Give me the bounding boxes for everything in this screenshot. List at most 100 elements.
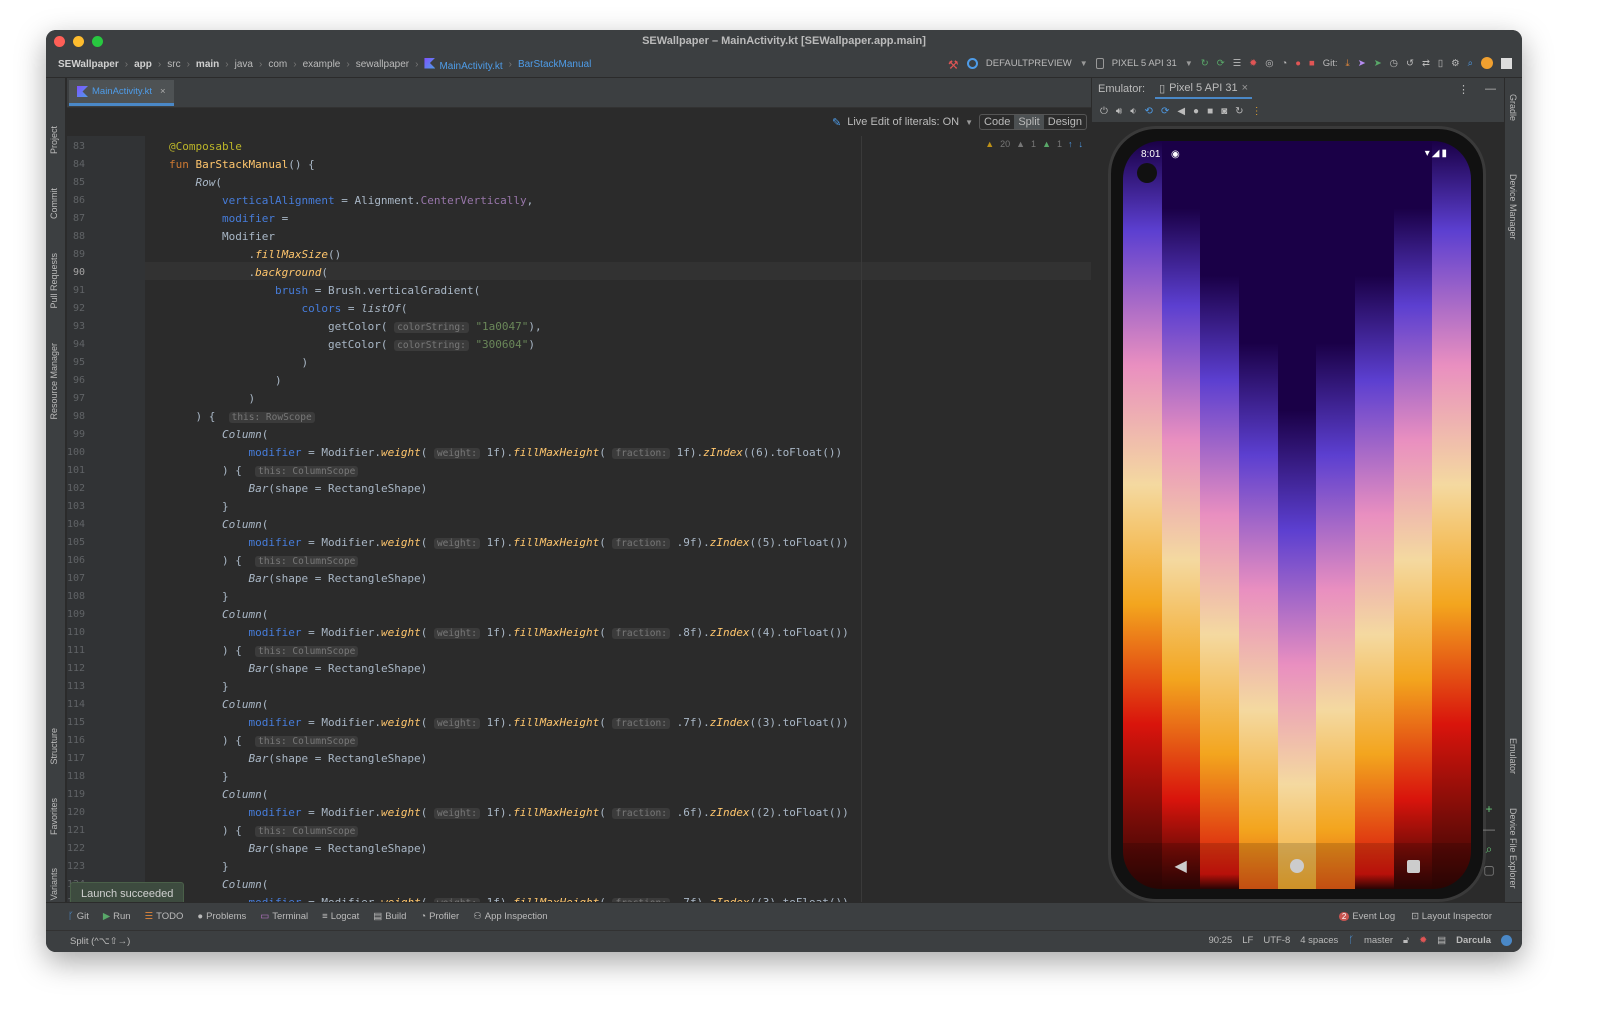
- nav-recents-icon[interactable]: [1406, 859, 1420, 873]
- phone-screen[interactable]: 8:01 ◉ ▾◢▮ ◀: [1123, 141, 1471, 889]
- line-number[interactable]: 89: [67, 249, 85, 260]
- code-line[interactable]: ) { this: ColumnScope: [169, 642, 359, 660]
- tool-tab-device-file-explorer[interactable]: Device File Explorer: [1508, 808, 1518, 889]
- split-view-button[interactable]: Split: [1014, 115, 1044, 129]
- hammer-icon[interactable]: ⚒: [948, 58, 959, 72]
- run-config-select[interactable]: DEFAULTPREVIEW: [986, 58, 1072, 69]
- code-editor[interactable]: ▲ 20 ▲ 1 ▲ 1 ↑ ↓ @Composable fun BarStack…: [145, 136, 1091, 902]
- device-select[interactable]: PIXEL 5 API 31: [1112, 58, 1177, 69]
- coverage-icon[interactable]: ☰: [1233, 58, 1242, 69]
- git-branch[interactable]: master: [1364, 935, 1393, 946]
- line-number[interactable]: 85: [67, 177, 85, 188]
- line-separator[interactable]: LF: [1242, 935, 1253, 946]
- search-icon[interactable]: ⌕: [1468, 58, 1473, 69]
- code-line[interactable]: Bar(shape = RectangleShape): [169, 660, 427, 678]
- more-options-icon[interactable]: ⋮: [1252, 106, 1262, 117]
- file-encoding[interactable]: UTF-8: [1263, 935, 1290, 946]
- tool-window-git[interactable]: ᚴ Git: [68, 911, 89, 922]
- screenshot-icon[interactable]: ◙: [1221, 106, 1227, 117]
- bug-icon[interactable]: ●: [1295, 58, 1301, 69]
- tool-tab-resource-manager[interactable]: Resource Manager: [49, 343, 59, 420]
- code-line[interactable]: .background(: [169, 264, 327, 282]
- code-line[interactable]: }: [169, 768, 229, 786]
- code-line[interactable]: Bar(shape = RectangleShape): [169, 750, 427, 768]
- tool-tab-device-manager[interactable]: Device Manager: [1508, 174, 1518, 240]
- line-number[interactable]: 106: [67, 555, 85, 566]
- code-line[interactable]: modifier = Modifier.weight( weight: 1f).…: [169, 624, 849, 642]
- code-line[interactable]: modifier = Modifier.weight( weight: 1f).…: [169, 444, 842, 462]
- inspector-icon[interactable]: ✹: [1419, 935, 1427, 946]
- line-number[interactable]: 118: [67, 771, 85, 782]
- close-tab-icon[interactable]: ×: [160, 86, 166, 97]
- line-number[interactable]: 100: [67, 447, 85, 458]
- indent-setting[interactable]: 4 spaces: [1300, 935, 1338, 946]
- live-edit-toggle[interactable]: Live Edit of literals: ON: [847, 116, 959, 128]
- code-line[interactable]: }: [169, 498, 229, 516]
- volume-down-icon[interactable]: 🔉︎: [1130, 106, 1136, 117]
- tool-tab-gradle[interactable]: Gradle: [1508, 94, 1518, 121]
- code-line[interactable]: ): [169, 372, 282, 390]
- stop-icon[interactable]: ■: [1309, 58, 1315, 69]
- code-line[interactable]: Column(: [169, 606, 268, 624]
- code-line[interactable]: .fillMaxSize(): [169, 246, 341, 264]
- event-log-button[interactable]: 2 Event Log: [1338, 911, 1395, 922]
- close-tab-icon[interactable]: ×: [1242, 82, 1248, 94]
- caret-position[interactable]: 90:25: [1208, 935, 1232, 946]
- avd-manager-icon[interactable]: ▯: [1438, 58, 1443, 69]
- code-line[interactable]: Bar(shape = RectangleShape): [169, 570, 427, 588]
- line-number[interactable]: 115: [67, 717, 85, 728]
- breadcrumb-item[interactable]: sewallpaper: [356, 59, 409, 70]
- line-number[interactable]: 112: [67, 663, 85, 674]
- breadcrumb-item[interactable]: app: [134, 59, 152, 70]
- code-line[interactable]: ) { this: ColumnScope: [169, 462, 359, 480]
- tool-tab-structure[interactable]: Structure: [49, 728, 59, 765]
- line-number[interactable]: 103: [67, 501, 85, 512]
- line-number[interactable]: 108: [67, 591, 85, 602]
- tool-window-terminal[interactable]: ▭ Terminal: [260, 911, 308, 922]
- home-icon[interactable]: ●: [1193, 106, 1199, 117]
- profile-icon[interactable]: ◎: [1265, 58, 1273, 69]
- line-number[interactable]: 92: [67, 303, 85, 314]
- chevron-down-icon[interactable]: ▼: [965, 118, 973, 127]
- line-number[interactable]: 97: [67, 393, 85, 404]
- code-line[interactable]: Bar(shape = RectangleShape): [169, 840, 427, 858]
- nav-home-icon[interactable]: [1289, 859, 1304, 873]
- line-number[interactable]: 94: [67, 339, 85, 350]
- apply-changes-icon[interactable]: ↻: [1201, 58, 1209, 69]
- line-number[interactable]: 116: [67, 735, 85, 746]
- theme-icon[interactable]: [1501, 935, 1512, 946]
- breadcrumb-item[interactable]: example: [303, 59, 341, 70]
- line-number[interactable]: 117: [67, 753, 85, 764]
- line-number[interactable]: 88: [67, 231, 85, 242]
- line-number[interactable]: 104: [67, 519, 85, 530]
- back-icon[interactable]: ◀: [1177, 106, 1185, 117]
- code-line[interactable]: ) { this: ColumnScope: [169, 822, 359, 840]
- attach-debugger-icon[interactable]: ◔: [1282, 58, 1288, 69]
- breadcrumb-item[interactable]: com: [268, 59, 287, 70]
- tool-tab-pull-requests[interactable]: Pull Requests: [49, 253, 59, 309]
- memory-icon[interactable]: ▤: [1437, 935, 1446, 946]
- zoom-actual-icon[interactable]: ⌕: [1486, 842, 1493, 857]
- line-number[interactable]: 121: [67, 825, 85, 836]
- snapshot-icon[interactable]: ↻: [1235, 106, 1243, 117]
- breadcrumb-item[interactable]: main: [196, 59, 219, 70]
- tool-window-app-inspection[interactable]: ⚇ App Inspection: [473, 911, 547, 922]
- code-line[interactable]: modifier = Modifier.weight( weight: 1f).…: [169, 714, 849, 732]
- line-number[interactable]: 109: [67, 609, 85, 620]
- rotate-right-icon[interactable]: ⟳: [1161, 106, 1169, 117]
- code-line[interactable]: modifier = Modifier.weight( weight: 1f).…: [169, 894, 849, 902]
- lock-icon[interactable]: 🔓︎: [1403, 935, 1409, 946]
- line-number[interactable]: 84: [67, 159, 85, 170]
- code-line[interactable]: getColor( colorString: "1a0047"),: [169, 318, 542, 336]
- apply-code-changes-icon[interactable]: ⟳: [1217, 58, 1225, 69]
- minimize-window-button[interactable]: [73, 36, 84, 47]
- theme-name[interactable]: Darcula: [1456, 935, 1491, 946]
- design-view-button[interactable]: Design: [1044, 115, 1086, 129]
- code-line[interactable]: Bar(shape = RectangleShape): [169, 480, 427, 498]
- line-number[interactable]: 86: [67, 195, 85, 206]
- line-number[interactable]: 91: [67, 285, 85, 296]
- breadcrumb-item[interactable]: SEWallpaper: [58, 59, 119, 70]
- code-line[interactable]: ): [169, 390, 255, 408]
- tool-tab-emulator[interactable]: Emulator: [1508, 738, 1518, 774]
- tool-tab-favorites[interactable]: Favorites: [49, 798, 59, 835]
